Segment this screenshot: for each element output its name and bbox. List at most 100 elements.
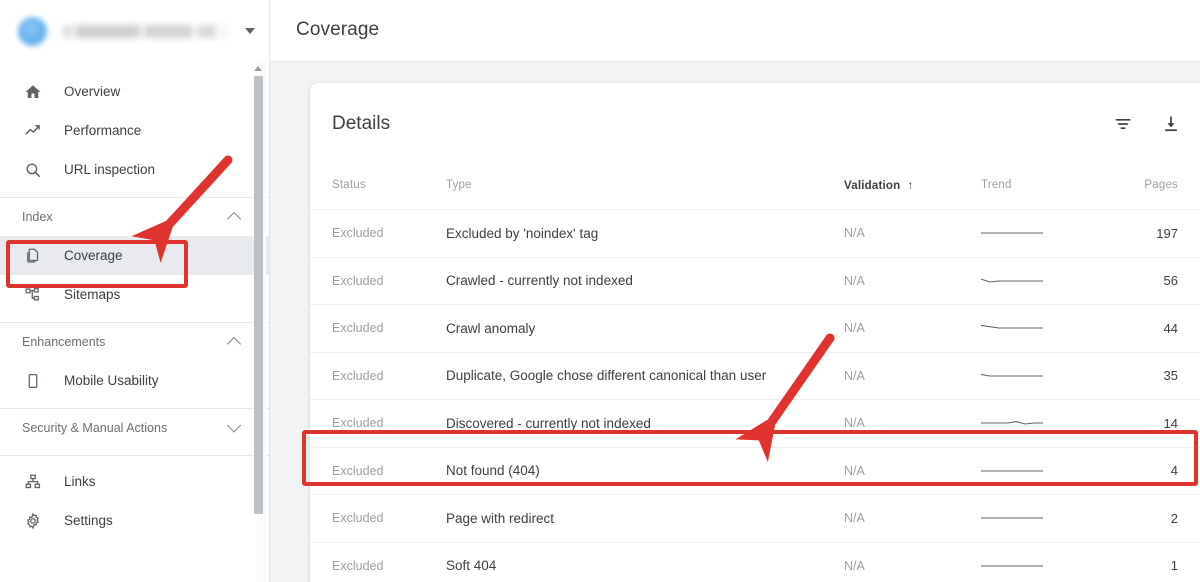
filter-icon	[1115, 119, 1131, 129]
trending-up-icon	[22, 120, 44, 142]
sidebar-item-label: Mobile Usability	[64, 373, 159, 388]
cell-type: Excluded by 'noindex' tag	[446, 225, 599, 241]
sidebar-item-url-inspection[interactable]: URL inspection	[0, 150, 269, 189]
sitemap-icon	[22, 284, 44, 306]
sidebar-group-label: Enhancements	[22, 335, 106, 349]
cell-type: Discovered - currently not indexed	[446, 415, 651, 431]
links-network-icon	[22, 471, 44, 493]
main-content: Details Status Type Validation ↑ Trend P…	[270, 62, 1200, 582]
sidebar-group-label: Index	[22, 210, 53, 224]
column-header-pages[interactable]: Pages	[1108, 179, 1200, 191]
cell-trend	[981, 415, 1108, 431]
sidebar-item-performance[interactable]: Performance	[0, 111, 269, 150]
property-selector[interactable]	[0, 0, 270, 62]
sidebar-item-overview[interactable]: Overview	[0, 72, 269, 111]
cell-pages: 35	[1163, 368, 1178, 384]
cell-type: Duplicate, Google chose different canoni…	[446, 368, 767, 384]
cell-trend	[981, 368, 1108, 384]
chevron-down-icon	[226, 418, 242, 433]
sidebar-item-mobile-usability[interactable]: Mobile Usability	[0, 361, 269, 400]
cell-validation: N/A	[844, 226, 865, 241]
details-card-actions	[1108, 109, 1186, 139]
sidebar-item-settings[interactable]: Settings	[0, 501, 269, 540]
cell-type: Not found (404)	[446, 463, 540, 479]
page-title: Coverage	[296, 19, 380, 40]
cell-status: Excluded	[332, 511, 384, 526]
sidebar-group-security-manual-actions[interactable]: Security & Manual Actions	[0, 409, 269, 447]
cell-pages: 4	[1170, 463, 1178, 479]
cell-validation: N/A	[844, 321, 865, 336]
home-icon	[22, 81, 44, 103]
cell-validation: N/A	[844, 416, 865, 431]
cell-type: Crawled - currently not indexed	[446, 273, 633, 289]
cell-status: Excluded	[332, 273, 384, 288]
table-header-row: Status Type Validation ↑ Trend Pages	[310, 161, 1200, 209]
sidebar-item-coverage[interactable]: Coverage	[0, 236, 269, 275]
details-card: Details Status Type Validation ↑ Trend P…	[310, 83, 1200, 582]
table-row[interactable]: Excluded Not found (404) N/A 4	[310, 446, 1200, 495]
cell-validation: N/A	[844, 463, 865, 478]
table-row[interactable]: Excluded Soft 404 N/A 1	[310, 541, 1200, 582]
trend-sparkline	[981, 232, 1043, 234]
chevron-up-icon	[226, 336, 242, 352]
cell-pages: 197	[1156, 225, 1178, 241]
cell-status: Excluded	[332, 226, 384, 241]
sidebar-item-label: URL inspection	[64, 162, 156, 177]
column-header-trend[interactable]: Trend	[981, 179, 1108, 191]
cell-pages: 2	[1170, 510, 1178, 526]
trend-sparkline	[981, 565, 1043, 567]
cell-status: Excluded	[332, 416, 384, 431]
details-card-title: Details	[332, 113, 391, 134]
filter-button[interactable]	[1108, 109, 1138, 139]
column-header-type[interactable]: Type	[423, 179, 844, 191]
cell-pages: 56	[1163, 273, 1178, 289]
scroll-up-arrow-icon[interactable]	[253, 66, 262, 71]
table-row[interactable]: Excluded Crawl anomaly N/A 44	[310, 304, 1200, 352]
sidebar-navigation: Overview Performance URL inspection Inde…	[0, 62, 270, 582]
trend-sparkline	[981, 470, 1043, 472]
table-row[interactable]: Excluded Excluded by 'noindex' tag N/A 197	[310, 209, 1200, 257]
sidebar-scrollbar[interactable]	[253, 62, 266, 582]
table-row[interactable]: Excluded Duplicate, Google chose differen…	[310, 351, 1200, 400]
sidebar-item-label: Overview	[64, 84, 121, 99]
cell-trend	[981, 558, 1108, 574]
cell-validation: N/A	[844, 368, 865, 383]
cell-trend	[981, 463, 1108, 479]
sidebar-item-label: Sitemaps	[64, 287, 121, 302]
cell-trend	[981, 320, 1108, 336]
cell-type: Crawl anomaly	[446, 320, 536, 336]
cell-type: Soft 404	[446, 558, 497, 574]
sidebar-item-label: Settings	[64, 513, 113, 528]
sidebar-scrollbar-thumb[interactable]	[254, 76, 263, 514]
sidebar-item-label: Coverage	[64, 248, 123, 263]
trend-sparkline	[981, 325, 1043, 329]
trend-sparkline	[981, 278, 1043, 283]
trend-sparkline	[981, 421, 1043, 425]
table-row[interactable]: Excluded Discovered - currently not index…	[310, 399, 1200, 447]
sidebar-item-sitemaps[interactable]: Sitemaps	[0, 275, 269, 314]
column-header-validation[interactable]: Validation ↑	[844, 178, 981, 192]
trend-sparkline	[981, 517, 1043, 519]
pages-copy-icon	[22, 245, 44, 267]
sidebar-group-enhancements[interactable]: Enhancements	[0, 323, 269, 361]
cell-pages: 1	[1170, 558, 1178, 574]
sidebar-item-links[interactable]: Links	[0, 462, 269, 501]
cell-validation: N/A	[844, 273, 865, 288]
table-row[interactable]: Excluded Crawled - currently not indexed N…	[310, 256, 1200, 305]
sidebar-item-label: Performance	[64, 123, 142, 138]
cell-validation: N/A	[844, 558, 865, 573]
column-header-status[interactable]: Status	[310, 179, 423, 191]
cell-status: Excluded	[332, 463, 384, 478]
search-icon	[22, 159, 44, 181]
cell-trend	[981, 273, 1108, 289]
download-button[interactable]	[1156, 109, 1186, 139]
sidebar-group-label: Security & Manual Actions	[22, 421, 168, 435]
table-row[interactable]: Excluded Page with redirect N/A 2	[310, 494, 1200, 542]
trend-sparkline	[981, 373, 1043, 377]
sidebar-group-index[interactable]: Index	[0, 198, 269, 236]
mobile-phone-icon	[22, 370, 44, 392]
sort-ascending-icon: ↑	[907, 178, 914, 192]
cell-pages: 14	[1163, 415, 1178, 431]
column-header-validation-label: Validation	[844, 180, 901, 192]
top-bar: Coverage	[0, 0, 1200, 62]
